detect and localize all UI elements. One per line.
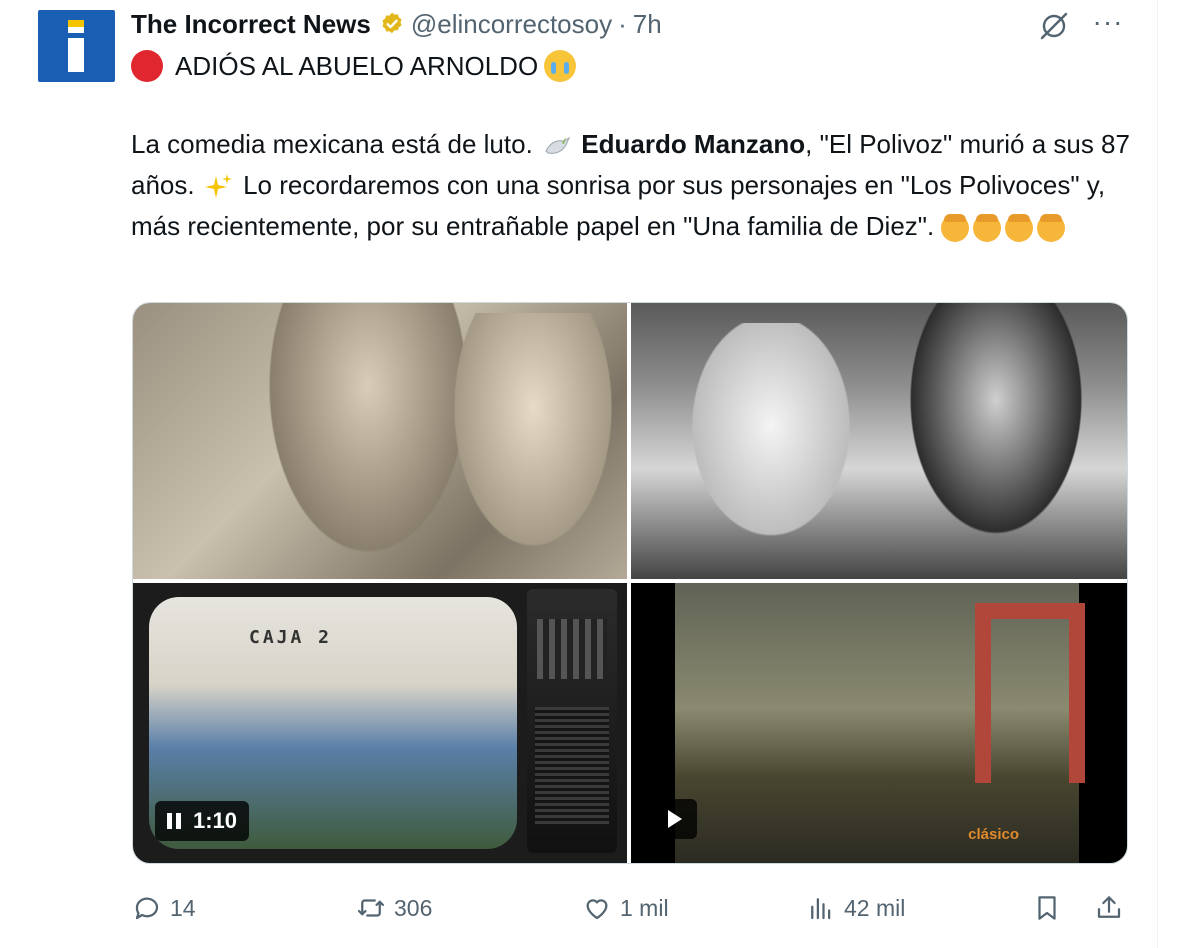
bookmark-button[interactable] xyxy=(1032,888,1062,928)
photo-comedians-sepia[interactable] xyxy=(133,303,627,579)
red-circle-emoji-icon xyxy=(131,50,163,82)
repost-icon xyxy=(358,899,384,917)
tv-control-panel xyxy=(527,589,617,853)
play-icon[interactable] xyxy=(651,799,697,839)
action-bar: 14 306 1 mil 42 mil xyxy=(130,888,1130,928)
channel-watermark: clásico xyxy=(968,826,1019,843)
author-handle[interactable]: @elincorrectosoy xyxy=(411,9,612,40)
face-emoji-icon xyxy=(1005,214,1034,243)
like-button[interactable]: 1 mil xyxy=(582,888,669,928)
face-emoji-icon xyxy=(1037,214,1066,243)
tweet-card[interactable]: The Incorrect News @elincorrectosoy · 7h… xyxy=(0,0,1158,948)
author-name[interactable]: The Incorrect News xyxy=(131,9,371,40)
verified-badge-icon xyxy=(382,12,402,34)
author-avatar[interactable] xyxy=(38,10,115,82)
repost-button[interactable]: 306 xyxy=(356,888,432,928)
video-tv-clip[interactable]: CAJA 2 1:10 xyxy=(133,583,627,863)
sparkles-emoji-icon xyxy=(204,174,232,199)
repost-count: 306 xyxy=(394,894,433,921)
crying-face-emoji-icon xyxy=(544,50,577,82)
mariachi-stage: clásico xyxy=(675,583,1085,863)
more-options-icon[interactable]: ··· xyxy=(1088,8,1128,44)
body-bold-name[interactable]: Eduardo Manzano xyxy=(581,129,805,159)
reply-icon xyxy=(135,897,159,920)
photo-figure xyxy=(661,323,881,579)
video-pause-badge[interactable]: 1:10 xyxy=(155,801,250,841)
grok-icon[interactable] xyxy=(1036,8,1072,44)
bookmark-icon xyxy=(1038,896,1056,920)
stage-arch xyxy=(975,603,1085,783)
tweet-header: The Incorrect News @elincorrectosoy · 7h xyxy=(131,8,662,40)
share-icon xyxy=(1097,896,1121,918)
tweet-body: La comedia mexicana está de luto. Eduard… xyxy=(131,124,1131,247)
share-button[interactable] xyxy=(1094,888,1124,928)
photo-figure xyxy=(433,313,627,579)
photo-seated-men-bw[interactable] xyxy=(631,303,1127,579)
separator-dot: · xyxy=(618,8,627,39)
views-count: 42 mil xyxy=(844,894,906,921)
like-count: 1 mil xyxy=(620,894,669,921)
pause-icon xyxy=(167,813,181,829)
dove-emoji-icon xyxy=(545,136,571,154)
video-duration: 1:10 xyxy=(193,808,238,833)
reply-count: 14 xyxy=(170,894,196,921)
face-emoji-icon xyxy=(973,214,1002,243)
photo-figure xyxy=(881,303,1111,579)
headline-text: ADIÓS AL ABUELO ARNOLDO xyxy=(175,50,539,81)
tweet-time[interactable]: 7h xyxy=(633,9,662,40)
media-grid: CAJA 2 1:10 clásico xyxy=(132,302,1128,864)
reply-button[interactable]: 14 xyxy=(132,888,196,928)
tv-sign-text: CAJA 2 xyxy=(249,627,333,648)
heart-icon xyxy=(586,899,608,920)
avatar-logo-flag xyxy=(68,20,84,27)
avatar-logo-stem xyxy=(68,38,84,72)
body-part-1: La comedia mexicana está de luto. xyxy=(131,129,533,159)
face-emoji-icon xyxy=(941,214,970,243)
video-mariachi-clip[interactable]: clásico xyxy=(631,583,1127,863)
views-button[interactable]: 42 mil xyxy=(806,888,905,928)
tweet-headline: ADIÓS AL ABUELO ARNOLDO xyxy=(131,50,577,82)
views-chart-icon xyxy=(811,898,831,920)
